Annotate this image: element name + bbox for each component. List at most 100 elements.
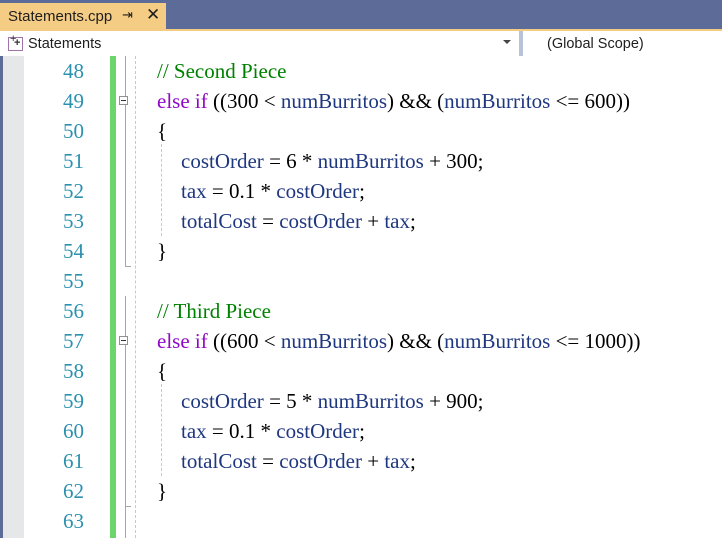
line-number: 53 xyxy=(63,209,84,233)
code-token: = 0.1 * xyxy=(206,419,277,443)
scope-dropdown-label: (Global Scope) xyxy=(547,35,644,52)
code-line[interactable]: 63 xyxy=(0,506,722,536)
scope-dropdown[interactable]: (Global Scope) xyxy=(523,31,722,56)
code-token: ; xyxy=(359,179,365,203)
identifier-token: tax xyxy=(181,419,207,443)
identifier-token: numBurritos xyxy=(444,89,551,113)
keyword-token: else if xyxy=(157,89,208,113)
identifier-token: tax xyxy=(181,179,207,203)
identifier-token: costOrder xyxy=(276,179,360,203)
code-token: { xyxy=(157,359,168,383)
identifier-token: tax xyxy=(384,449,410,473)
code-line[interactable]: 55 xyxy=(0,266,722,296)
code-line[interactable]: 54} xyxy=(0,236,722,266)
code-token: ; xyxy=(410,449,416,473)
code-token: ((300 < xyxy=(207,89,281,113)
code-line[interactable]: 61 totalCost = costOrder + tax; xyxy=(0,446,722,476)
code-token: ) && ( xyxy=(387,89,445,113)
code-text: { xyxy=(157,116,167,146)
line-number: 63 xyxy=(63,509,84,533)
line-number: 56 xyxy=(63,299,84,323)
code-line[interactable]: 56 // Third Piece xyxy=(0,296,722,326)
identifier-token: numBurritos xyxy=(280,329,387,353)
identifier-token: costOrder xyxy=(181,149,264,173)
code-text: } xyxy=(157,476,167,506)
code-line[interactable]: 58 { xyxy=(0,356,722,386)
code-line[interactable]: 62} xyxy=(0,476,722,506)
identifier-token: totalCost xyxy=(181,209,257,233)
chevron-down-icon[interactable] xyxy=(503,40,511,44)
code-token: ((600 < xyxy=(207,329,281,353)
tab-statements-cpp[interactable]: Statements.cpp ⇥ ✕ xyxy=(0,3,166,29)
code-text: } xyxy=(157,236,167,266)
line-number: 48 xyxy=(63,59,84,83)
code-editor[interactable]: 48 // Second Piece 49 else if ((300 < numBu… xyxy=(0,56,722,538)
code-line[interactable]: 50 { xyxy=(0,116,722,146)
code-text: tax = 0.1 * costOrder; xyxy=(157,176,365,206)
code-token: <= 1000)) xyxy=(550,329,641,353)
comment-token: // Second Piece xyxy=(157,59,287,83)
line-number: 58 xyxy=(63,359,84,383)
code-line[interactable]: 51 costOrder = 6 * numBurritos + 300; xyxy=(0,146,722,176)
code-line[interactable]: 49 else if ((300 < numBurritos) && (numBu… xyxy=(0,86,722,116)
code-token: } xyxy=(157,479,168,503)
line-number: 54 xyxy=(63,239,84,263)
code-token: = 6 * xyxy=(263,149,318,173)
code-text: totalCost = costOrder + tax; xyxy=(157,446,416,476)
navigation-bar: Statements (Global Scope) xyxy=(0,29,722,56)
line-number: 50 xyxy=(63,119,84,143)
project-dropdown-label: Statements xyxy=(28,35,102,52)
code-token: ) && ( xyxy=(387,329,445,353)
line-number: 62 xyxy=(63,479,84,503)
line-number: 51 xyxy=(63,149,84,173)
code-token: = xyxy=(256,449,280,473)
identifier-token: costOrder xyxy=(279,209,362,233)
pin-icon[interactable]: ⇥ xyxy=(122,7,133,23)
code-token: } xyxy=(157,239,168,263)
code-token: = 0.1 * xyxy=(206,179,277,203)
tab-title: Statements.cpp xyxy=(8,7,113,25)
close-icon[interactable]: ✕ xyxy=(146,5,160,25)
identifier-token: costOrder xyxy=(279,449,362,473)
code-token: = 5 * xyxy=(263,389,318,413)
code-token: ; xyxy=(359,419,365,443)
line-number: 57 xyxy=(63,329,84,353)
code-text: // Third Piece xyxy=(157,296,271,326)
code-token: = xyxy=(256,209,280,233)
code-line[interactable]: 48 // Second Piece xyxy=(0,56,722,86)
code-token: <= 600)) xyxy=(550,89,631,113)
identifier-token: numBurritos xyxy=(280,89,387,113)
code-token: + 900; xyxy=(423,389,484,413)
project-dropdown[interactable]: Statements xyxy=(0,31,519,56)
keyword-token: else if xyxy=(157,329,208,353)
code-text: else if ((300 < numBurritos) && (numBurr… xyxy=(157,86,630,116)
code-text: { xyxy=(157,356,167,386)
line-number: 52 xyxy=(63,179,84,203)
code-line[interactable]: 52 tax = 0.1 * costOrder; xyxy=(0,176,722,206)
code-text: tax = 0.1 * costOrder; xyxy=(157,416,365,446)
identifier-token: tax xyxy=(384,209,410,233)
code-text: // Second Piece xyxy=(157,56,286,86)
document-tab-strip: Statements.cpp ⇥ ✕ xyxy=(0,0,722,29)
line-number: 55 xyxy=(63,269,84,293)
code-line[interactable]: 59 costOrder = 5 * numBurritos + 900; xyxy=(0,386,722,416)
identifier-token: numBurritos xyxy=(444,329,551,353)
code-line[interactable]: 57 else if ((600 < numBurritos) && (numBu… xyxy=(0,326,722,356)
identifier-token: costOrder xyxy=(181,389,264,413)
line-number: 49 xyxy=(63,89,84,113)
identifier-token: costOrder xyxy=(276,419,360,443)
code-token: + xyxy=(362,209,385,233)
line-number: 61 xyxy=(63,449,84,473)
code-token: ; xyxy=(410,209,416,233)
code-text: totalCost = costOrder + tax; xyxy=(157,206,416,236)
code-token: + 300; xyxy=(423,149,484,173)
identifier-token: numBurritos xyxy=(317,389,424,413)
project-icon xyxy=(8,33,23,51)
line-number: 60 xyxy=(63,419,84,443)
identifier-token: numBurritos xyxy=(317,149,424,173)
identifier-token: totalCost xyxy=(181,449,257,473)
code-line[interactable]: 53 totalCost = costOrder + tax; xyxy=(0,206,722,236)
comment-token: // Third Piece xyxy=(157,299,271,323)
line-number: 59 xyxy=(63,389,84,413)
code-line[interactable]: 60 tax = 0.1 * costOrder; xyxy=(0,416,722,446)
